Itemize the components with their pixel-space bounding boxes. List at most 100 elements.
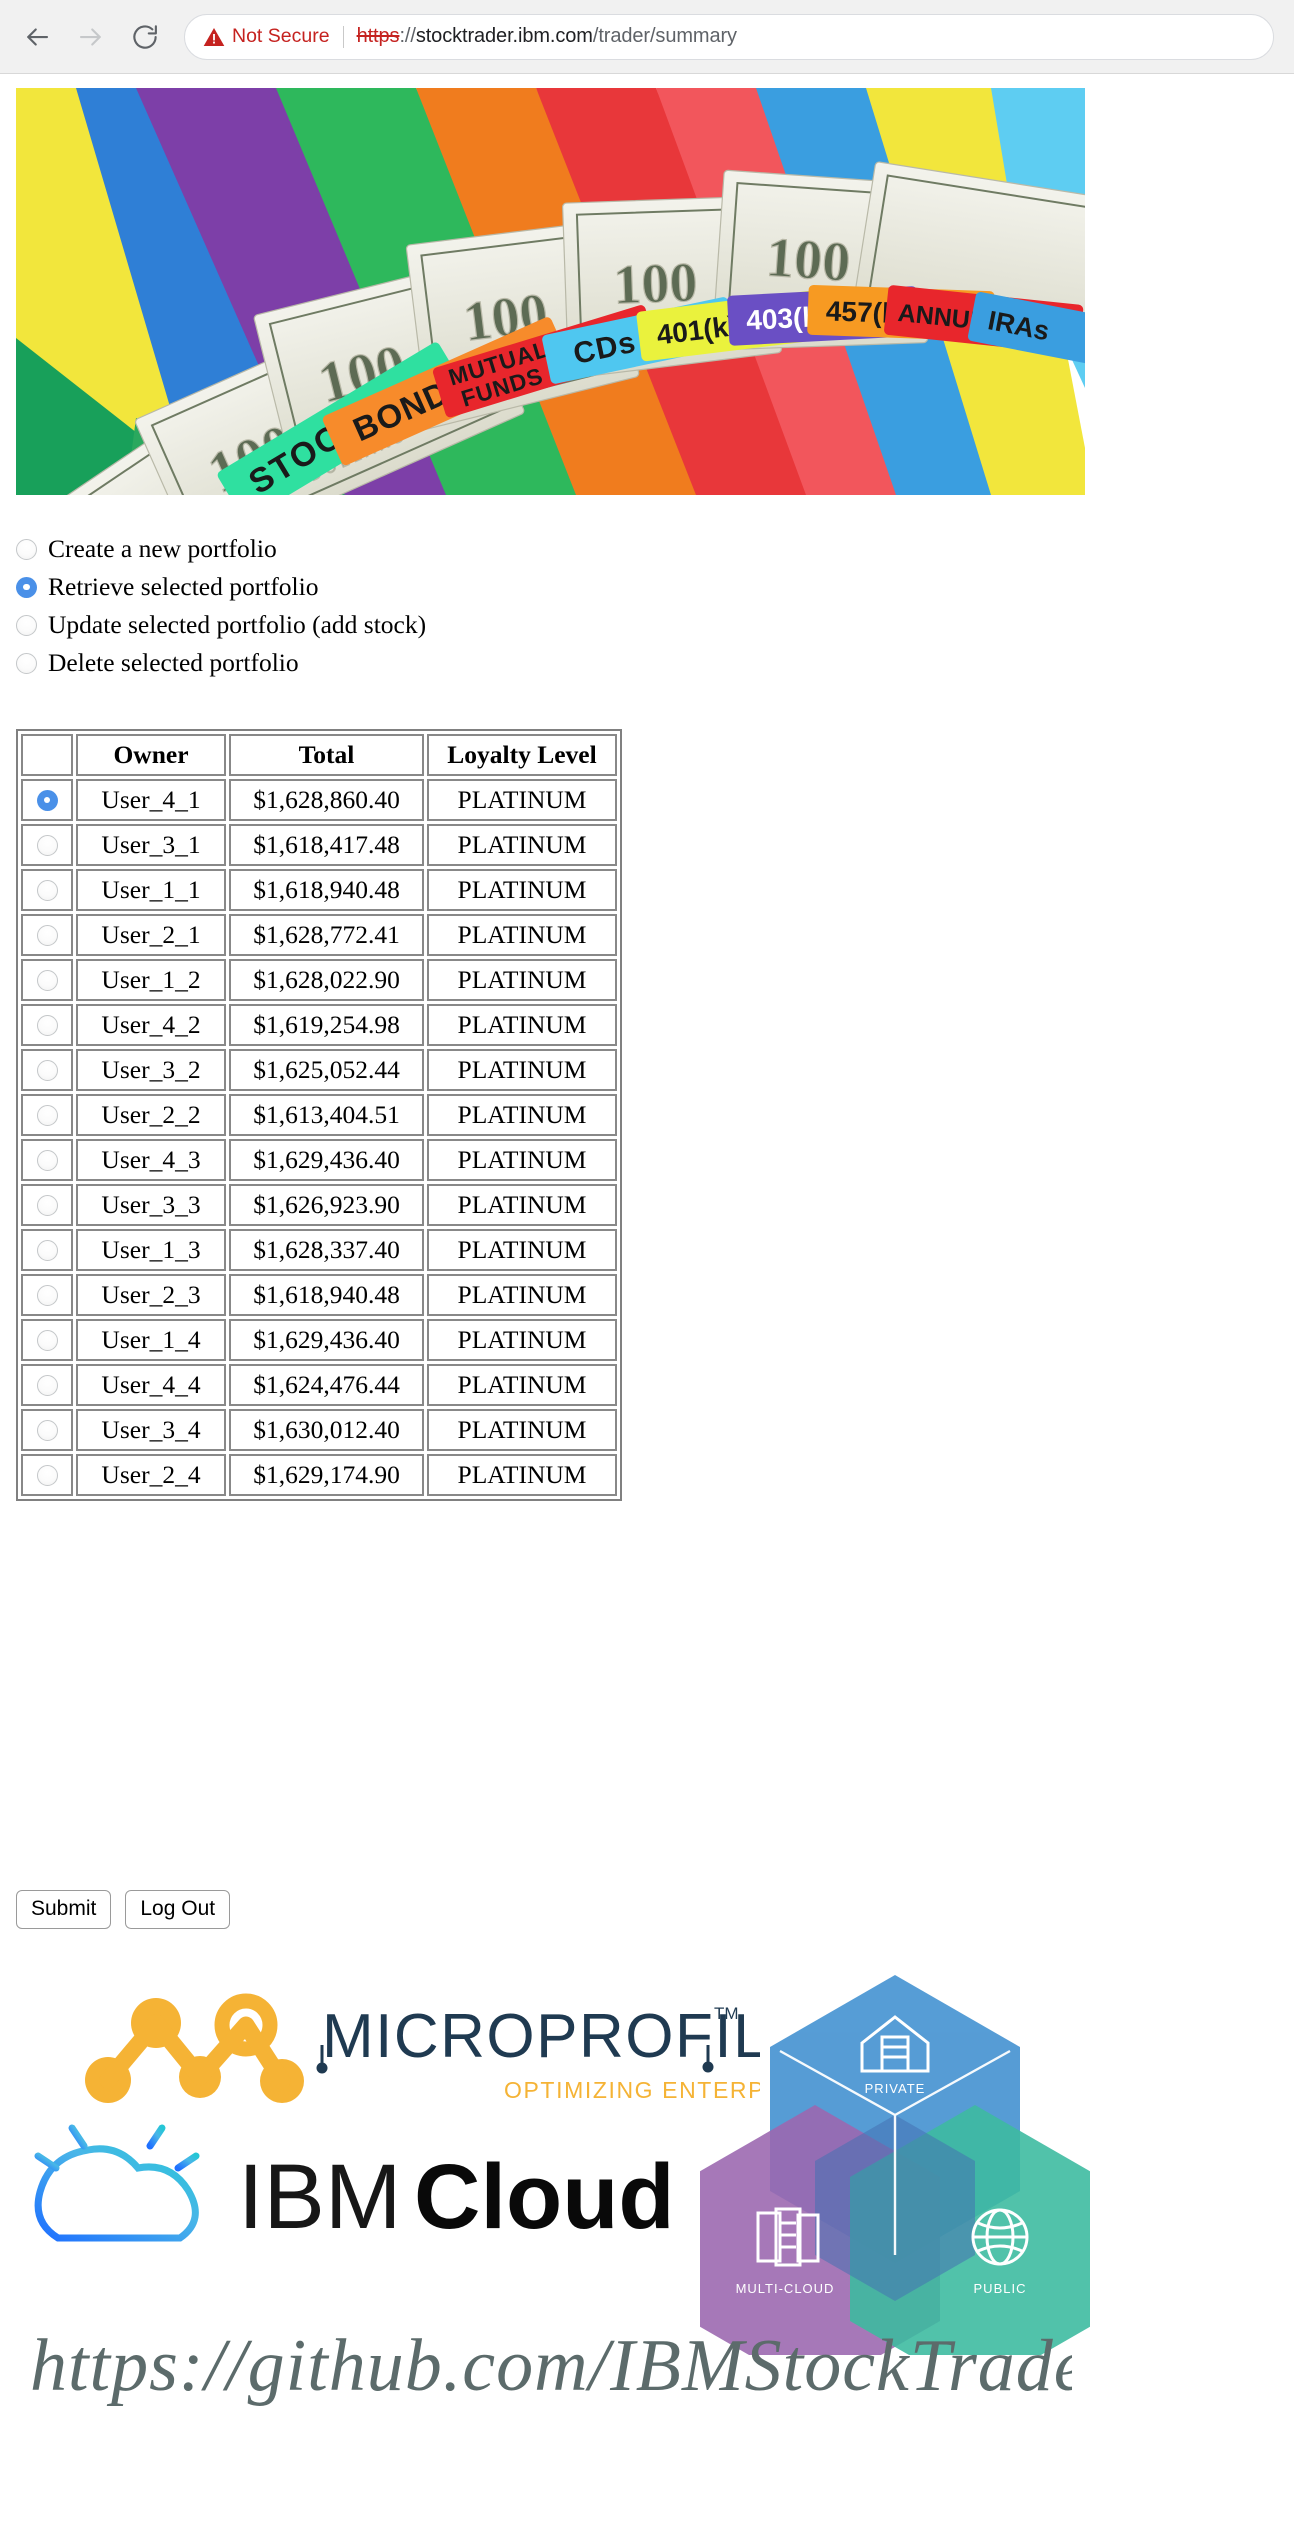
table-row[interactable]: User_4_2 $1,619,254.98 PLATINUM [21,1004,617,1046]
radio-create-portfolio[interactable] [16,538,37,560]
table-row[interactable]: User_2_1 $1,628,772.41 PLATINUM [21,914,617,956]
loyalty-level-cell: PLATINUM [427,1004,617,1046]
table-row[interactable]: User_3_2 $1,625,052.44 PLATINUM [21,1049,617,1091]
row-select-cell[interactable] [21,1094,73,1136]
option-label: Update selected portfolio (add stock) [48,610,427,640]
table-row[interactable]: User_2_2 $1,613,404.51 PLATINUM [21,1094,617,1136]
footer-logos: MICROPROFILE TM OPTIMIZING ENTERPRISE JA… [0,1955,1294,2475]
row-radio-wrapper [23,1194,71,1216]
loyalty-level-cell: PLATINUM [427,1094,617,1136]
row-radio-wrapper [23,1104,71,1126]
row-select-cell[interactable] [21,1364,73,1406]
loyalty-level-cell: PLATINUM [427,1364,617,1406]
microprofile-wordmark: MICROPROFILE [322,2002,760,2071]
option-retrieve-portfolio[interactable]: Retrieve selected portfolio [16,568,716,606]
row-radio-User_4_1[interactable] [36,789,58,811]
portfolio-table-container: Owner Total Loyalty Level User_4_1 $1,628… [16,729,622,1501]
row-radio-User_4_3[interactable] [36,1149,58,1171]
row-select-cell[interactable] [21,959,73,1001]
security-status[interactable]: Not Secure [203,25,330,48]
option-delete-portfolio[interactable]: Delete selected portfolio [16,644,716,682]
row-select-cell[interactable] [21,1184,73,1226]
table-row[interactable]: User_4_1 $1,628,860.40 PLATINUM [21,779,617,821]
total-cell: $1,628,772.41 [229,914,424,956]
logout-button[interactable]: Log Out [125,1890,231,1930]
cloud-icon [34,2112,200,2242]
row-select-cell[interactable] [21,779,73,821]
row-radio-wrapper [23,924,71,946]
radio-update-portfolio[interactable] [16,614,37,636]
table-row[interactable]: User_1_1 $1,618,940.48 PLATINUM [21,869,617,911]
row-radio-User_2_4[interactable] [36,1464,58,1486]
row-radio-wrapper [23,1149,71,1171]
option-update-portfolio[interactable]: Update selected portfolio (add stock) [16,606,716,644]
row-select-cell[interactable] [21,1049,73,1091]
table-row[interactable]: User_2_3 $1,618,940.48 PLATINUM [21,1274,617,1316]
row-radio-User_3_1[interactable] [36,834,58,856]
row-radio-User_2_1[interactable] [36,924,58,946]
row-radio-wrapper [23,969,71,991]
table-row[interactable]: User_3_4 $1,630,012.40 PLATINUM [21,1409,617,1451]
table-row[interactable]: User_2_4 $1,629,174.90 PLATINUM [21,1454,617,1496]
row-select-cell[interactable] [21,1274,73,1316]
row-radio-wrapper [23,1374,71,1396]
radio-retrieve-portfolio[interactable] [16,576,37,598]
owner-cell: User_1_2 [76,959,226,1001]
option-label: Delete selected portfolio [48,648,299,678]
row-select-cell[interactable] [21,1319,73,1361]
address-bar[interactable]: Not Secure https://stocktrader.ibm.com/t… [184,13,1274,60]
table-row[interactable]: User_1_4 $1,629,436.40 PLATINUM [21,1319,617,1361]
table-row[interactable]: User_3_3 $1,626,923.90 PLATINUM [21,1184,617,1226]
row-radio-User_3_3[interactable] [36,1194,58,1216]
total-cell: $1,618,940.48 [229,869,424,911]
table-row[interactable]: User_4_3 $1,629,436.40 PLATINUM [21,1139,617,1181]
loyalty-level-cell: PLATINUM [427,1454,617,1496]
column-header-select [21,734,73,776]
table-row[interactable]: User_1_2 $1,628,022.90 PLATINUM [21,959,617,1001]
row-select-cell[interactable] [21,869,73,911]
total-cell: $1,624,476.44 [229,1364,424,1406]
row-radio-User_1_2[interactable] [36,969,58,991]
total-cell: $1,625,052.44 [229,1049,424,1091]
row-select-cell[interactable] [21,1004,73,1046]
row-radio-User_1_3[interactable] [36,1239,58,1261]
arrow-right-icon[interactable] [76,22,106,52]
submit-button[interactable]: Submit [16,1890,112,1930]
row-select-cell[interactable] [21,914,73,956]
row-radio-wrapper [23,1014,71,1036]
row-radio-wrapper [23,1329,71,1351]
table-row[interactable]: User_4_4 $1,624,476.44 PLATINUM [21,1364,617,1406]
row-radio-User_2_3[interactable] [36,1284,58,1306]
ibm-wordmark: IBM [238,2146,402,2248]
row-radio-User_3_4[interactable] [36,1419,58,1441]
option-create-portfolio[interactable]: Create a new portfolio [16,530,716,568]
cloud-wordmark: Cloud [414,2146,675,2248]
row-select-cell[interactable] [21,1229,73,1271]
total-cell: $1,628,337.40 [229,1229,424,1271]
github-url-script: https://github.com/IBMStockTrader [30,2325,1072,2407]
row-radio-User_4_2[interactable] [36,1014,58,1036]
portfolio-table-body: User_4_1 $1,628,860.40 PLATINUM User_3_1 $1,… [21,779,617,1496]
arrow-left-icon[interactable] [22,22,52,52]
table-row[interactable]: User_1_3 $1,628,337.40 PLATINUM [21,1229,617,1271]
row-radio-User_1_1[interactable] [36,879,58,901]
option-label: Create a new portfolio [48,534,277,564]
browser-toolbar: Not Secure https://stocktrader.ibm.com/t… [0,0,1294,74]
row-select-cell[interactable] [21,824,73,866]
column-header-owner: Owner [76,734,226,776]
table-row[interactable]: User_3_1 $1,618,417.48 PLATINUM [21,824,617,866]
total-cell: $1,613,404.51 [229,1094,424,1136]
row-radio-User_1_4[interactable] [36,1329,58,1351]
radio-delete-portfolio[interactable] [16,652,37,674]
form-actions: Submit Log Out [16,1890,231,1930]
cube-label-private: PRIVATE [865,2081,926,2096]
row-select-cell[interactable] [21,1139,73,1181]
row-radio-User_3_2[interactable] [36,1059,58,1081]
total-cell: $1,629,436.40 [229,1319,424,1361]
row-select-cell[interactable] [21,1409,73,1451]
reload-icon[interactable] [130,22,160,52]
row-select-cell[interactable] [21,1454,73,1496]
row-radio-User_4_4[interactable] [36,1374,58,1396]
loyalty-level-cell: PLATINUM [427,1184,617,1226]
row-radio-User_2_2[interactable] [36,1104,58,1126]
